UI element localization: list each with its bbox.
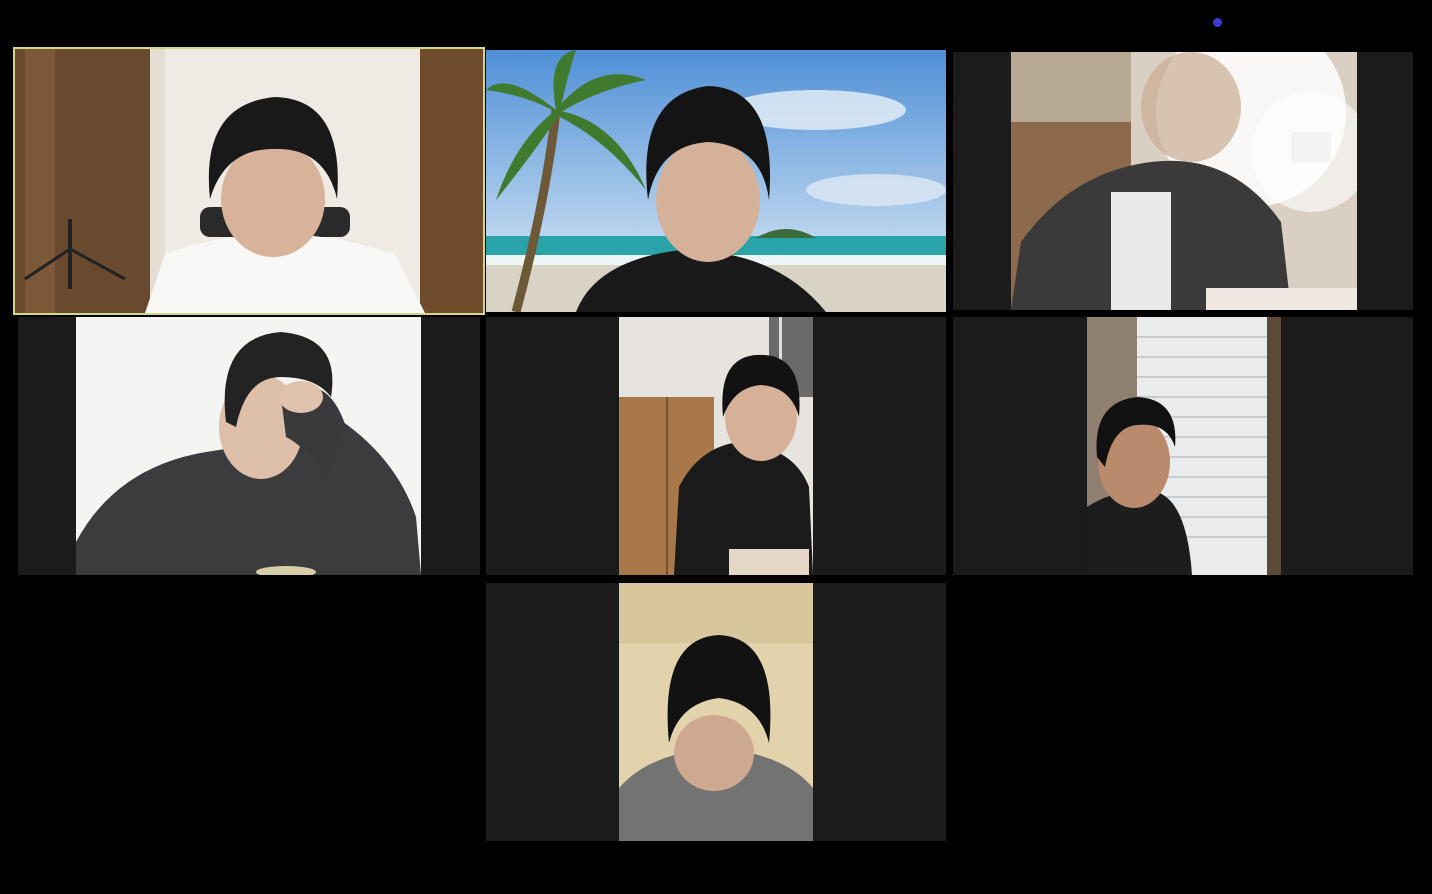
participant-tile-2[interactable]	[486, 50, 946, 312]
participant-tile-4[interactable]	[18, 317, 480, 575]
participant-video-6	[1087, 317, 1281, 575]
participant-tile-6[interactable]	[953, 317, 1413, 575]
zoom-gallery-view	[0, 0, 1432, 894]
participant-tile-7[interactable]	[486, 583, 946, 841]
participant-video-4	[76, 317, 421, 575]
participant-tile-5[interactable]	[486, 317, 946, 575]
participant-video-1	[15, 49, 483, 313]
connection-status-dot	[1213, 18, 1222, 27]
participant-video-3	[1011, 52, 1357, 310]
participant-video-7	[619, 583, 813, 841]
participant-tile-3[interactable]	[953, 52, 1413, 310]
participant-video-5	[619, 317, 813, 575]
participant-tile-1[interactable]	[13, 47, 485, 315]
participant-video-2	[486, 50, 946, 312]
